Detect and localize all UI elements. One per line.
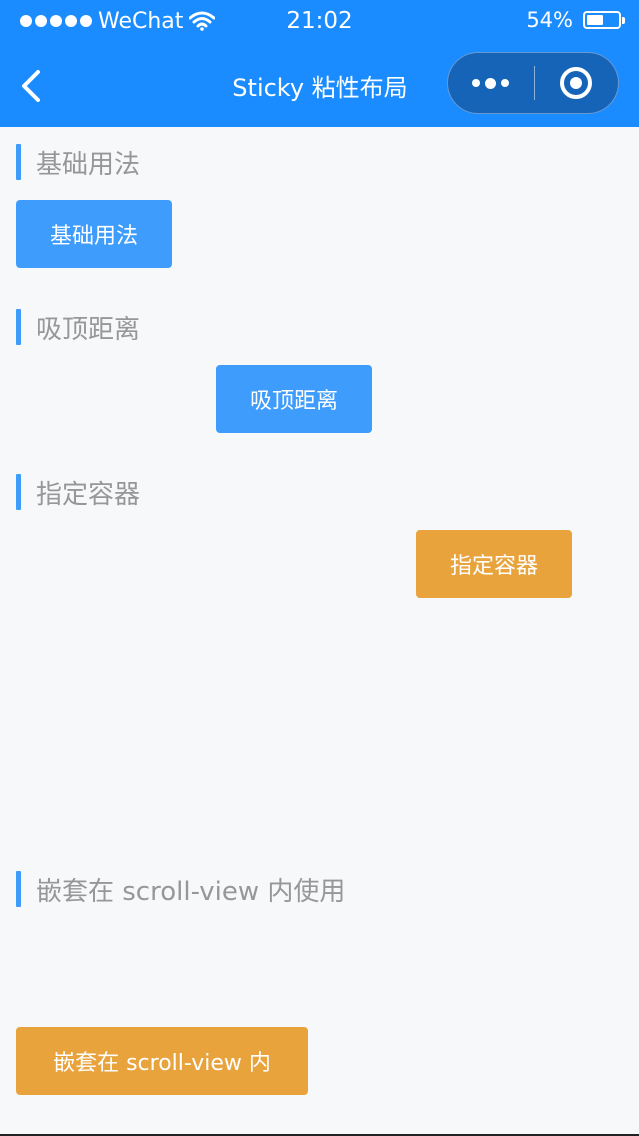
section-title-basic: 基础用法 bbox=[16, 144, 140, 180]
section-title-text: 指定容器 bbox=[36, 479, 141, 510]
offset-top-button[interactable]: 吸顶距离 bbox=[216, 365, 372, 433]
battery-fill bbox=[587, 15, 603, 25]
section-accent-bar bbox=[16, 144, 21, 180]
target-circle-icon bbox=[560, 67, 593, 99]
chevron-left-icon bbox=[22, 70, 40, 102]
scroll-view-button[interactable]: 嵌套在 scroll-view 内 bbox=[16, 1027, 308, 1095]
status-bar: WeChat 21:02 54% bbox=[0, 0, 639, 44]
section-title-text: 嵌套在 scroll-view 内使用 bbox=[36, 876, 346, 907]
section-accent-bar bbox=[16, 309, 21, 345]
section-title-text: 吸顶距离 bbox=[36, 314, 141, 345]
more-dot bbox=[501, 79, 510, 87]
status-right: 54% bbox=[526, 8, 625, 32]
basic-usage-button[interactable]: 基础用法 bbox=[16, 200, 172, 268]
section-title-container: 指定容器 bbox=[16, 474, 140, 510]
menu-capsule bbox=[447, 52, 619, 114]
back-button[interactable] bbox=[14, 64, 50, 108]
close-miniprogram-button[interactable] bbox=[535, 52, 619, 114]
navigation-bar: Sticky 粘性布局 bbox=[0, 44, 639, 127]
more-dot bbox=[485, 77, 497, 89]
battery-icon bbox=[583, 11, 625, 29]
battery-percentage: 54% bbox=[526, 8, 573, 32]
section-title-offset: 吸顶距离 bbox=[16, 309, 140, 345]
section-accent-bar bbox=[16, 871, 21, 907]
section-title-scroll-view: 嵌套在 scroll-view 内使用 bbox=[16, 871, 345, 907]
section-title-text: 基础用法 bbox=[36, 149, 141, 180]
more-button[interactable] bbox=[448, 52, 534, 114]
page-title: Sticky 粘性布局 bbox=[232, 74, 408, 102]
specified-container-button[interactable]: 指定容器 bbox=[416, 530, 572, 598]
section-accent-bar bbox=[16, 474, 21, 510]
more-dots-icon bbox=[472, 79, 481, 87]
